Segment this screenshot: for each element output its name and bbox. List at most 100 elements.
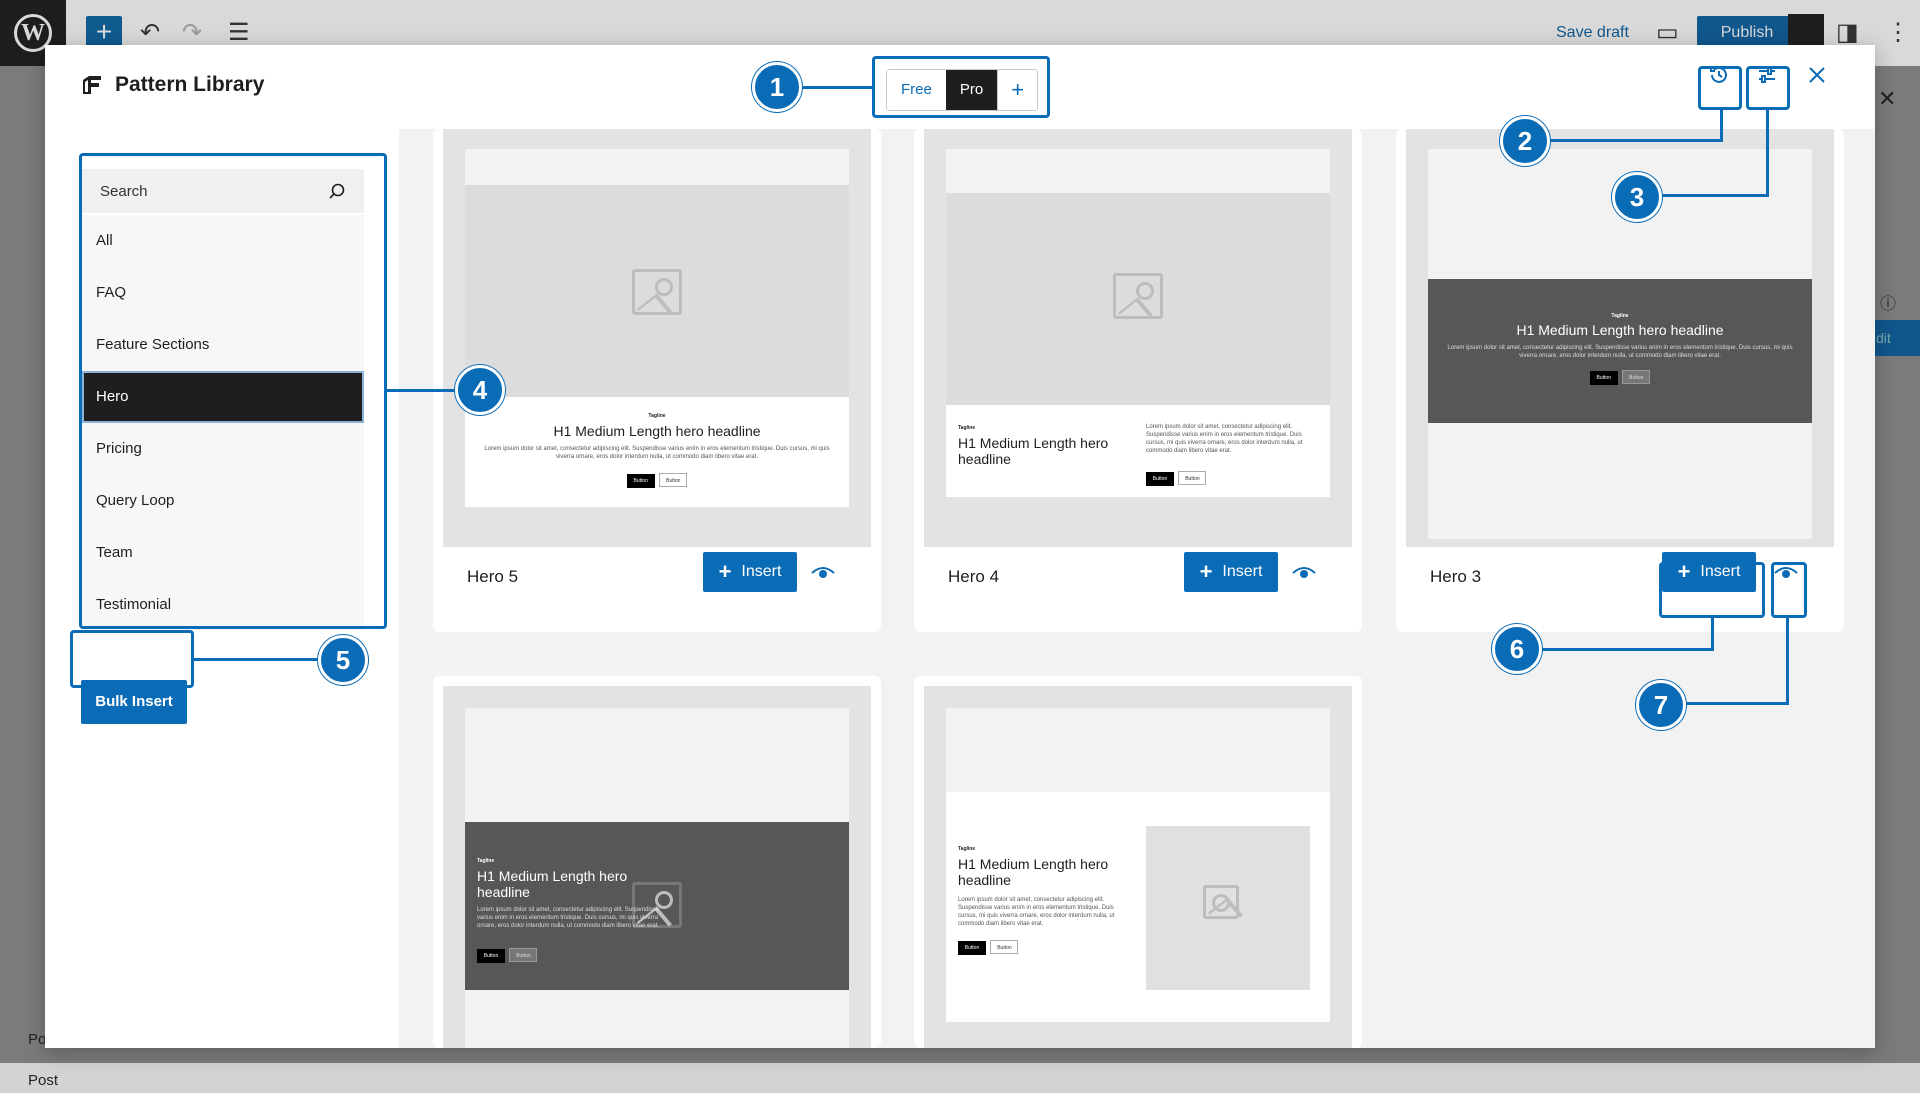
preview-body: Lorem ipsum dolor sit amet, consectetur … xyxy=(1146,424,1303,454)
pattern-card: Tagline H1 Medium Length hero headline L… xyxy=(914,676,1362,1048)
pattern-card: Tagline H1 Medium Length hero headline L… xyxy=(433,676,881,1048)
annotation-connector xyxy=(1546,139,1723,142)
plus-icon: + xyxy=(718,559,732,584)
annotation-connector xyxy=(387,389,457,392)
preview-headline: H1 Medium Length hero headline xyxy=(958,856,1109,888)
modal-title: Pattern Library xyxy=(115,73,265,96)
preview-headline: H1 Medium Length hero headline xyxy=(553,423,761,439)
sidebar-button[interactable]: dit xyxy=(1870,320,1920,356)
preview-hero-text: Tagline H1 Medium Length hero headline L… xyxy=(946,792,1330,1022)
pattern-preview[interactable]: Tagline H1 Medium Length hero headline L… xyxy=(924,686,1352,1048)
annotation-marker-4: 4 xyxy=(455,365,505,415)
pattern-card-hero-4: Tagline H1 Medium Length hero headline L… xyxy=(914,129,1362,632)
preview-body: Lorem ipsum dolor sit amet, consectetur … xyxy=(477,907,660,929)
preview-tagline: Tagline xyxy=(648,413,666,419)
pattern-preview[interactable]: Tagline H1 Medium Length hero headline L… xyxy=(443,129,871,547)
preview-image-area xyxy=(946,193,1330,405)
annotation-marker-3: 3 xyxy=(1612,172,1662,222)
preview-hero-dark: Tagline H1 Medium Length hero headline L… xyxy=(1428,279,1812,423)
preview-headline: H1 Medium Length hero headline xyxy=(477,868,628,900)
preview-header xyxy=(465,149,849,185)
preview-body: Lorem ipsum dolor sit amet, consectetur … xyxy=(484,446,830,460)
insert-label: Insert xyxy=(741,563,782,580)
preview-device-icon[interactable]: ▭ xyxy=(1656,18,1679,47)
annotation-connector xyxy=(1711,618,1714,650)
annotation-marker-7: 7 xyxy=(1636,680,1686,730)
annotation-connector xyxy=(1540,648,1714,651)
preview-image-area xyxy=(465,185,849,397)
annotation-marker-1: 1 xyxy=(752,62,802,112)
pattern-name: Hero 3 xyxy=(1430,567,1482,586)
annotation-box-library-tabs xyxy=(872,56,1050,118)
editor-footer xyxy=(0,1063,1920,1093)
library-logo-icon xyxy=(83,76,101,94)
pattern-grid: Tagline H1 Medium Length hero headline L… xyxy=(399,129,1875,1048)
info-icon: ⓘ xyxy=(1880,296,1897,313)
pattern-preview[interactable]: Tagline H1 Medium Length hero headline L… xyxy=(443,686,871,1048)
annotation-connector xyxy=(1786,618,1789,704)
annotation-box-categories xyxy=(79,153,387,629)
preview-button-primary: Button xyxy=(958,941,986,955)
settings-sidebar-icon[interactable]: ◨ xyxy=(1836,18,1859,47)
preview-header xyxy=(946,149,1330,193)
list-view-icon[interactable]: ☰ xyxy=(228,18,250,47)
footer-tab-partial: Po xyxy=(28,1031,47,1048)
preview-headline: H1 Medium Length hero headline xyxy=(1516,322,1724,338)
preview-button-secondary: Button xyxy=(1622,370,1651,384)
preview-body: Lorem ipsum dolor sit amet, consectetur … xyxy=(958,897,1115,927)
annotation-connector xyxy=(1686,702,1789,705)
annotation-box-settings xyxy=(1746,66,1790,110)
annotation-connector xyxy=(798,86,872,89)
annotation-connector xyxy=(1720,110,1723,142)
undo-icon[interactable]: ↶ xyxy=(140,18,160,47)
preview-button-primary: Button xyxy=(1146,472,1174,486)
preview-tagline: Tagline xyxy=(958,425,976,431)
image-placeholder-icon xyxy=(1203,885,1239,919)
footer-breadcrumb-post[interactable]: Post xyxy=(28,1072,58,1089)
plus-icon: + xyxy=(1199,559,1213,584)
preview-button-primary: Button xyxy=(1589,371,1618,385)
annotation-marker-5: 5 xyxy=(318,635,368,685)
preview-eye-icon[interactable] xyxy=(1290,562,1318,582)
preview-button-secondary: Button xyxy=(1178,471,1207,485)
preview-button-secondary: Button xyxy=(659,473,688,487)
save-draft-button[interactable]: Save draft xyxy=(1556,24,1629,42)
preview-headline: H1 Medium Length hero headline xyxy=(958,435,1109,467)
preview-tagline: Tagline xyxy=(1611,313,1629,319)
close-icon xyxy=(1809,67,1825,83)
preview-button-primary: Button xyxy=(477,949,505,963)
pattern-name: Hero 4 xyxy=(948,567,1000,586)
preview-button-secondary: Button xyxy=(509,948,538,962)
annotation-marker-6: 6 xyxy=(1492,624,1542,674)
close-modal-button[interactable] xyxy=(1797,55,1837,95)
insert-label: Insert xyxy=(1222,563,1263,580)
preview-body: Lorem ipsum dolor sit amet, consectetur … xyxy=(1447,345,1793,359)
preview-tagline: Tagline xyxy=(477,858,495,864)
annotation-marker-2: 2 xyxy=(1500,116,1550,166)
annotation-connector xyxy=(194,658,320,661)
preview-hero-dark: Tagline H1 Medium Length hero headline L… xyxy=(465,822,849,990)
annotation-box-insert xyxy=(1659,562,1765,618)
preview-header xyxy=(946,708,1330,792)
preview-image-area xyxy=(1146,826,1310,990)
preview-button-primary: Button xyxy=(626,474,655,488)
preview-hero-text: Tagline H1 Medium Length hero headline L… xyxy=(946,405,1330,497)
preview-tagline: Tagline xyxy=(958,846,976,852)
pattern-preview[interactable]: Tagline H1 Medium Length hero headline L… xyxy=(924,129,1352,547)
sidebar-close-icon[interactable]: ✕ xyxy=(1878,86,1896,112)
image-placeholder-icon xyxy=(1113,273,1163,319)
pattern-name: Hero 5 xyxy=(467,567,519,586)
redo-icon[interactable]: ↷ xyxy=(182,18,202,47)
annotation-box-history xyxy=(1698,66,1742,110)
insert-button[interactable]: + Insert xyxy=(1184,552,1278,592)
insert-button[interactable]: + Insert xyxy=(703,552,797,592)
preview-eye-icon[interactable] xyxy=(809,562,837,582)
options-icon[interactable]: ⋮ xyxy=(1886,18,1910,47)
image-placeholder-icon xyxy=(632,269,682,315)
annotation-box-bulk-insert xyxy=(70,630,194,688)
annotation-connector xyxy=(1766,110,1769,196)
brand: Pattern Library xyxy=(81,73,264,97)
preview-button-secondary: Button xyxy=(990,940,1019,954)
annotation-connector xyxy=(1660,194,1769,197)
preview-hero-text: Tagline H1 Medium Length hero headline L… xyxy=(465,397,849,507)
